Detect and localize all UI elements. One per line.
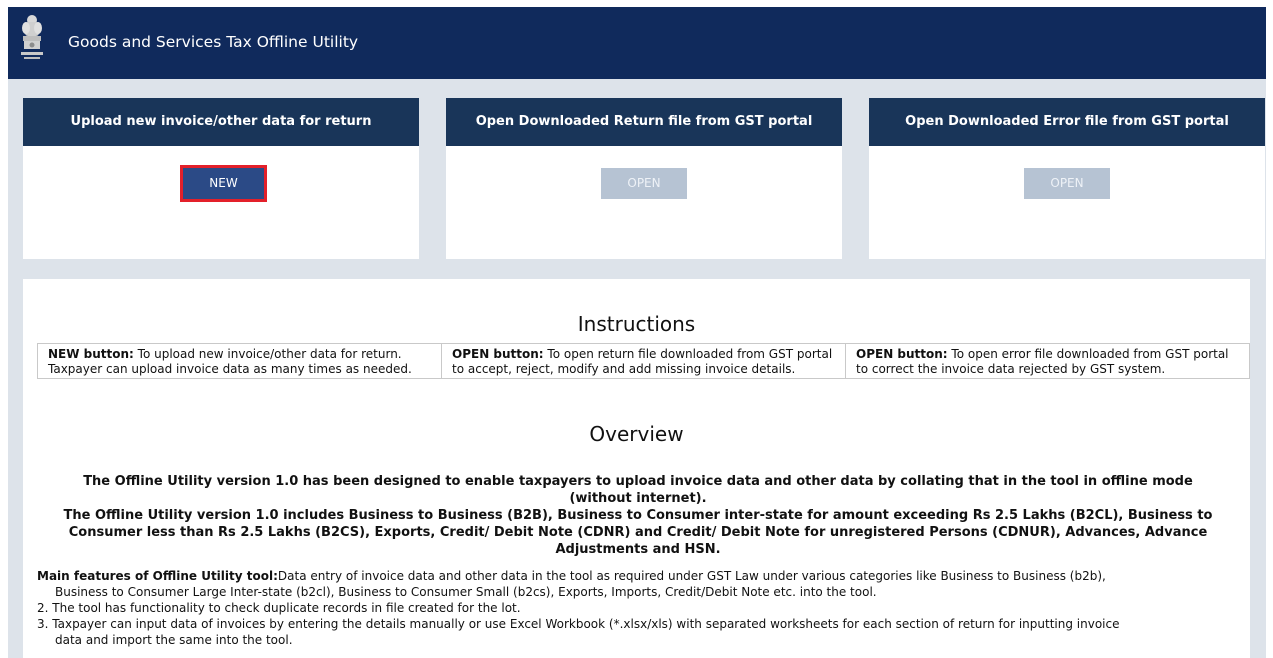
national-emblem-icon — [21, 15, 43, 59]
card-upload-new: Upload new invoice/other data for return… — [23, 98, 419, 259]
app-title: Goods and Services Tax Offline Utility — [68, 33, 359, 51]
open-return-button[interactable]: OPEN — [601, 168, 687, 199]
feature-1-text: Data entry of invoice data and other dat… — [277, 569, 1106, 583]
card-open-error: Open Downloaded Error file from GST port… — [869, 98, 1265, 259]
instructions-table: NEW button: To upload new invoice/other … — [37, 343, 1250, 379]
new-button[interactable]: NEW — [183, 168, 264, 199]
instructions-title: Instructions — [577, 312, 696, 336]
instruction-label: NEW button: — [48, 347, 134, 361]
instruction-new: NEW button: To upload new invoice/other … — [37, 343, 442, 379]
feature-3-continued: data and import the same into the tool. — [55, 633, 293, 647]
feature-3: 3. Taxpayer can input data of invoices b… — [37, 617, 1120, 631]
card-heading: Open Downloaded Error file from GST port… — [869, 98, 1265, 146]
instruction-label: OPEN button: — [452, 347, 544, 361]
main-content: Instructions NEW button: To upload new i… — [23, 279, 1250, 658]
feature-2: 2. The tool has functionality to check d… — [37, 601, 521, 615]
overview-title: Overview — [589, 422, 684, 446]
instruction-open-return: OPEN button: To open return file downloa… — [441, 343, 846, 379]
features-list: Main features of Offline Utility tool:Da… — [37, 568, 1237, 648]
card-open-return: Open Downloaded Return file from GST por… — [446, 98, 842, 259]
instruction-open-error: OPEN button: To open error file download… — [845, 343, 1250, 379]
feature-1: Main features of Offline Utility tool:Da… — [37, 568, 1237, 584]
instruction-label: OPEN button: — [856, 347, 948, 361]
feature-1-continued: Business to Consumer Large Inter-state (… — [55, 585, 877, 599]
app-header: Goods and Services Tax Offline Utility — [8, 7, 1266, 79]
open-error-button[interactable]: OPEN — [1024, 168, 1110, 199]
card-heading: Upload new invoice/other data for return — [23, 98, 419, 146]
overview-paragraph-2: The Offline Utility version 1.0 includes… — [63, 508, 1213, 557]
overview-paragraph-1: The Offline Utility version 1.0 has been… — [83, 474, 1193, 506]
features-label: Main features of Offline Utility tool: — [37, 569, 278, 583]
app-window: Goods and Services Tax Offline Utility U… — [8, 7, 1266, 658]
card-heading: Open Downloaded Return file from GST por… — [446, 98, 842, 146]
